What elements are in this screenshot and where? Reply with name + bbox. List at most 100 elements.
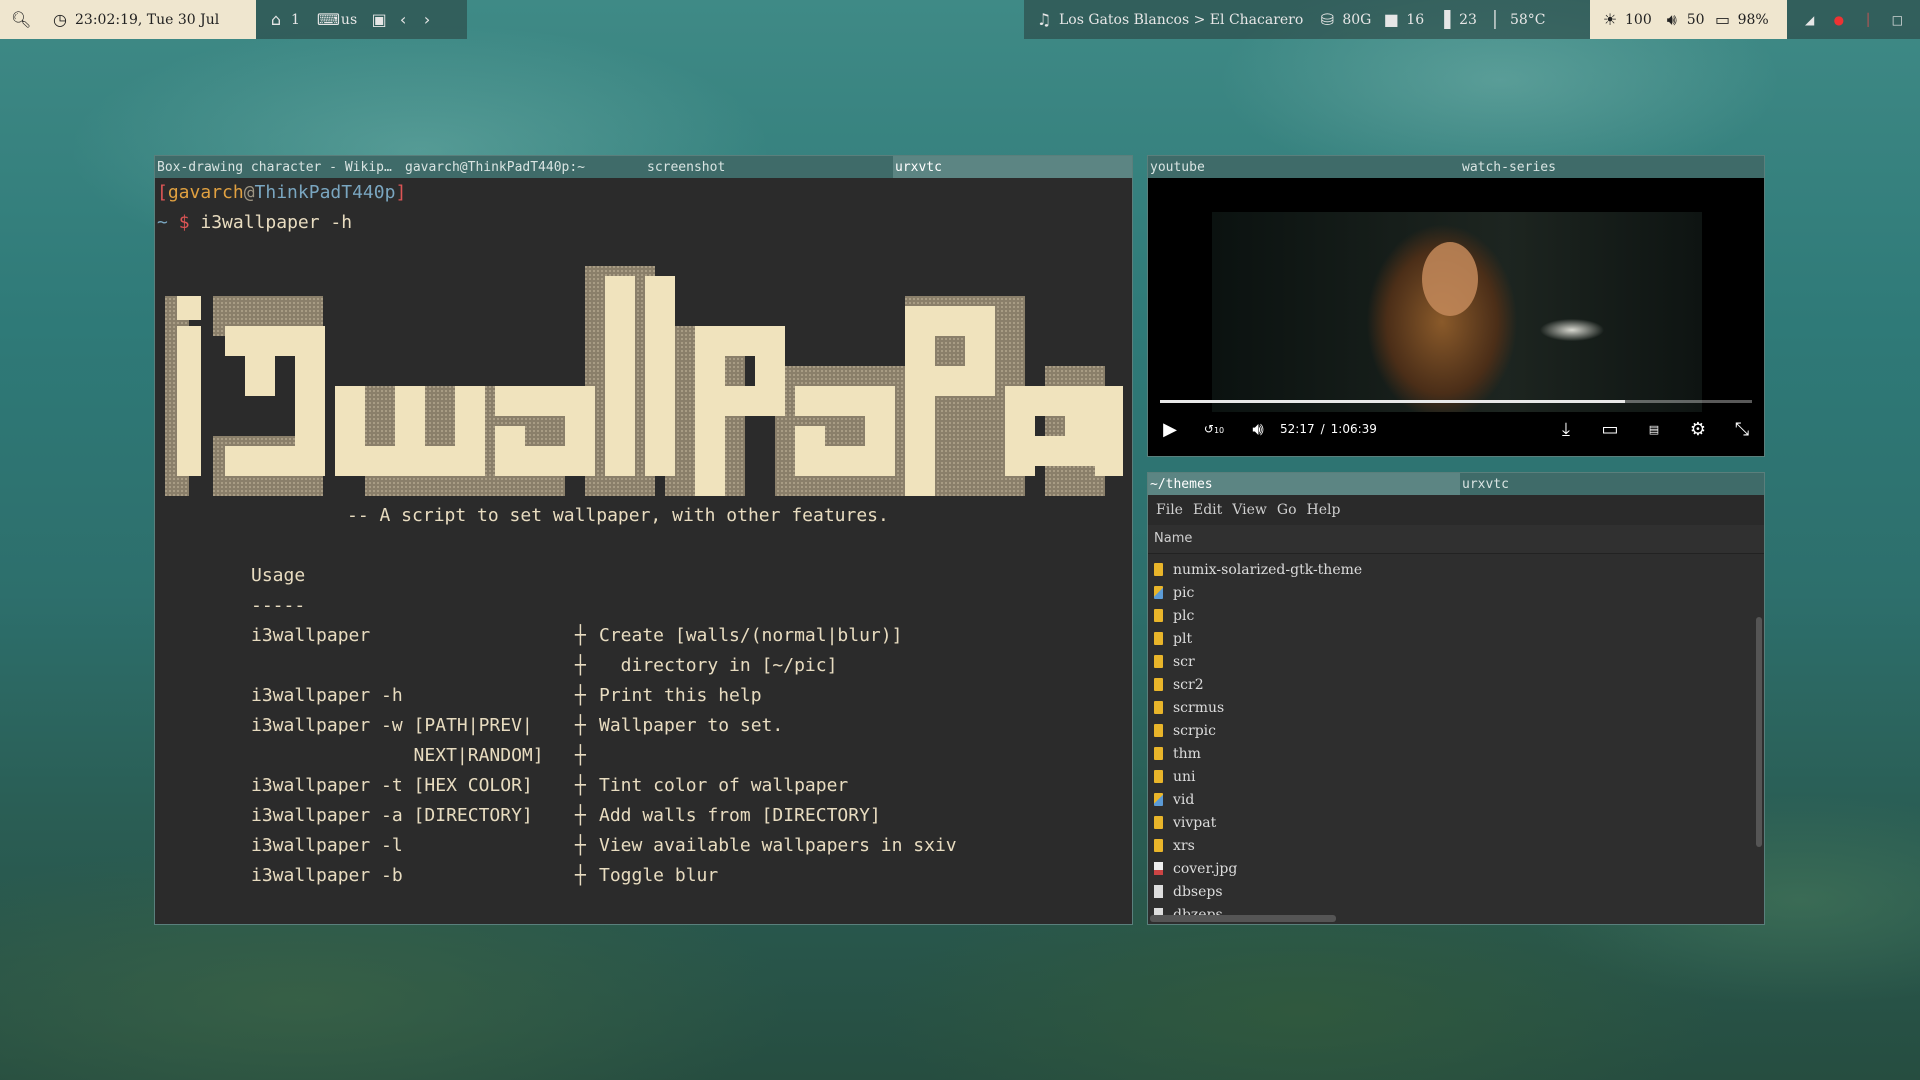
clock-icon: ◷ xyxy=(53,10,67,29)
folder-icon xyxy=(1154,839,1163,852)
menu-view[interactable]: View xyxy=(1232,502,1267,518)
file-manager-window[interactable]: ~/themes urxvtc File Edit View Go Help N… xyxy=(1147,472,1765,925)
fullscreen-exit-icon[interactable]: ⤡ xyxy=(1720,419,1764,440)
usage-divider: ┼ xyxy=(575,835,586,856)
usage-divider: ┼ xyxy=(575,685,586,706)
terminal-body[interactable]: [gavarch@ThinkPadT440p] ~ $ i3wallpaper … xyxy=(155,178,1132,926)
brightness-value[interactable]: 100 xyxy=(1625,12,1652,28)
usage-divider: ┼ xyxy=(575,745,586,766)
menu-edit[interactable]: Edit xyxy=(1193,502,1222,518)
download-icon[interactable]: ⤓ xyxy=(1544,419,1588,440)
file-row[interactable]: pic xyxy=(1148,581,1764,604)
settings-gear-icon[interactable]: ⚙ xyxy=(1676,419,1720,440)
current-time: 52:17 xyxy=(1280,422,1315,436)
captions-icon[interactable]: ▤ xyxy=(1632,423,1676,436)
tab-wikipedia[interactable]: Box-drawing character - Wikip… xyxy=(155,156,403,178)
save-count: 16 xyxy=(1406,11,1425,28)
file-row[interactable]: dbseps xyxy=(1148,880,1764,903)
menu-go[interactable]: Go xyxy=(1277,502,1297,518)
usage-description: Create [walls/(normal|blur)] xyxy=(599,625,903,646)
video-tab-bar: youtube watch-series xyxy=(1148,156,1764,178)
tab-urxvtc[interactable]: urxvtc xyxy=(893,156,1132,178)
file-row[interactable]: scr xyxy=(1148,650,1764,673)
brightness-icon[interactable]: ☀ xyxy=(1601,10,1619,29)
chevron-left-icon[interactable]: ‹ xyxy=(394,10,412,29)
tab-urxvtc-2[interactable]: urxvtc xyxy=(1460,473,1764,495)
wifi-icon[interactable]: ◢ xyxy=(1801,13,1819,27)
file-row[interactable]: vivpat xyxy=(1148,811,1764,834)
i3wallpaper-logo xyxy=(165,266,1123,496)
vertical-scrollbar[interactable] xyxy=(1756,617,1762,847)
shield-icon[interactable]: ● xyxy=(1830,13,1848,27)
file-row[interactable]: vid xyxy=(1148,788,1764,811)
tab-watch-series[interactable]: watch-series xyxy=(1460,156,1764,178)
tab-themes[interactable]: ~/themes xyxy=(1148,473,1460,495)
usage-description: Print this help xyxy=(599,685,762,706)
screen-icon[interactable]: □ xyxy=(1888,13,1906,27)
player-controls: ▶ ↺10 🔊︎ 52:17 / 1:06:39 ⤓ ▭ ▤ ⚙ ⤡ xyxy=(1148,412,1764,446)
file-row[interactable]: scrmus xyxy=(1148,696,1764,719)
usage-title: Usage xyxy=(251,565,306,586)
menu-help[interactable]: Help xyxy=(1307,502,1341,518)
tab-youtube[interactable]: youtube xyxy=(1148,156,1460,178)
controls-segment: ☀ 100 🔊︎ 50 ▭ 98% xyxy=(1590,0,1787,39)
file-name: vivpat xyxy=(1173,814,1217,831)
folder-icon xyxy=(1154,770,1163,783)
file-row[interactable]: thm xyxy=(1148,742,1764,765)
chevron-right-icon[interactable]: › xyxy=(418,10,436,29)
file-row[interactable]: scr2 xyxy=(1148,673,1764,696)
column-header-name[interactable]: Name xyxy=(1148,525,1764,554)
file-name: scrmus xyxy=(1173,699,1225,716)
bar-spacer xyxy=(467,0,1024,39)
workspace-segment[interactable]: ⌂ 1 ⌨ us ▣ ‹ › xyxy=(256,0,467,39)
music-icon[interactable]: ♫ xyxy=(1035,10,1053,29)
file-row[interactable]: scrpic xyxy=(1148,719,1764,742)
usage-command: i3wallpaper -l xyxy=(251,835,403,856)
rewind-icon[interactable]: ↺10 xyxy=(1192,422,1236,436)
usage-divider: ┼ xyxy=(575,715,586,736)
tab-home-terminal[interactable]: gavarch@ThinkPadT440p:~ xyxy=(403,156,645,178)
file-name: vid xyxy=(1173,791,1195,808)
volume-value[interactable]: 50 xyxy=(1687,12,1705,28)
image-file-icon xyxy=(1154,862,1163,875)
file-row[interactable]: plt xyxy=(1148,627,1764,650)
tray-segment: ◢ ● │ □ xyxy=(1787,0,1920,39)
tab-screenshot[interactable]: screenshot xyxy=(645,156,893,178)
search-icon[interactable]: 🔍︎ xyxy=(11,10,31,29)
horizontal-scrollbar[interactable] xyxy=(1150,915,1336,922)
volume-icon[interactable]: 🔊︎ xyxy=(1236,419,1280,440)
now-playing[interactable]: Los Gatos Blancos > El Chacarero xyxy=(1059,12,1303,28)
play-icon[interactable]: ▶ xyxy=(1148,419,1192,440)
search-segment[interactable]: 🔍︎ xyxy=(0,0,40,39)
image-icon[interactable]: ▣ xyxy=(370,10,388,29)
menu-file[interactable]: File xyxy=(1156,502,1183,518)
command-line: ~ $ i3wallpaper -h xyxy=(157,212,353,233)
video-player[interactable]: ▶ ↺10 🔊︎ 52:17 / 1:06:39 ⤓ ▭ ▤ ⚙ ⤡ xyxy=(1148,178,1764,454)
mic-icon[interactable]: │ xyxy=(1859,13,1877,27)
file-list[interactable]: numix-solarized-gtk-theme pic plc plt scr scr… xyxy=(1148,554,1764,920)
terminal-window[interactable]: Box-drawing character - Wikip… gavarch@T… xyxy=(154,155,1133,925)
seek-bar[interactable] xyxy=(1160,400,1752,403)
file-name: thm xyxy=(1173,745,1201,762)
video-window[interactable]: youtube watch-series ▶ ↺10 🔊︎ 52:17 / 1:… xyxy=(1147,155,1765,457)
seek-bar-fill xyxy=(1160,400,1625,403)
prompt-line: [gavarch@ThinkPadT440p] xyxy=(157,182,407,203)
folder-icon xyxy=(1154,655,1163,668)
system-info-segment: ♫ Los Gatos Blancos > El Chacarero ⛁ 80G… xyxy=(1024,0,1590,39)
usage-command: i3wallpaper -h xyxy=(251,685,403,706)
cast-icon[interactable]: ▭ xyxy=(1588,419,1632,440)
workspace-number[interactable]: 1 xyxy=(291,12,300,28)
file-row[interactable]: plc xyxy=(1148,604,1764,627)
file-row[interactable]: uni xyxy=(1148,765,1764,788)
file-row[interactable]: cover.jpg xyxy=(1148,857,1764,880)
terminal-tab-bar: Box-drawing character - Wikip… gavarch@T… xyxy=(155,156,1132,178)
home-icon[interactable]: ⌂ xyxy=(267,10,285,29)
usage-divider: ┼ xyxy=(575,775,586,796)
usage-command: i3wallpaper -b xyxy=(251,865,403,886)
file-row[interactable]: xrs xyxy=(1148,834,1764,857)
usage-description: Add walls from [DIRECTORY] xyxy=(599,805,881,826)
volume-icon[interactable]: 🔊︎ xyxy=(1663,10,1681,30)
file-row[interactable]: numix-solarized-gtk-theme xyxy=(1148,558,1764,581)
file-name: numix-solarized-gtk-theme xyxy=(1173,561,1363,578)
database-icon: ⛁ xyxy=(1320,10,1335,29)
